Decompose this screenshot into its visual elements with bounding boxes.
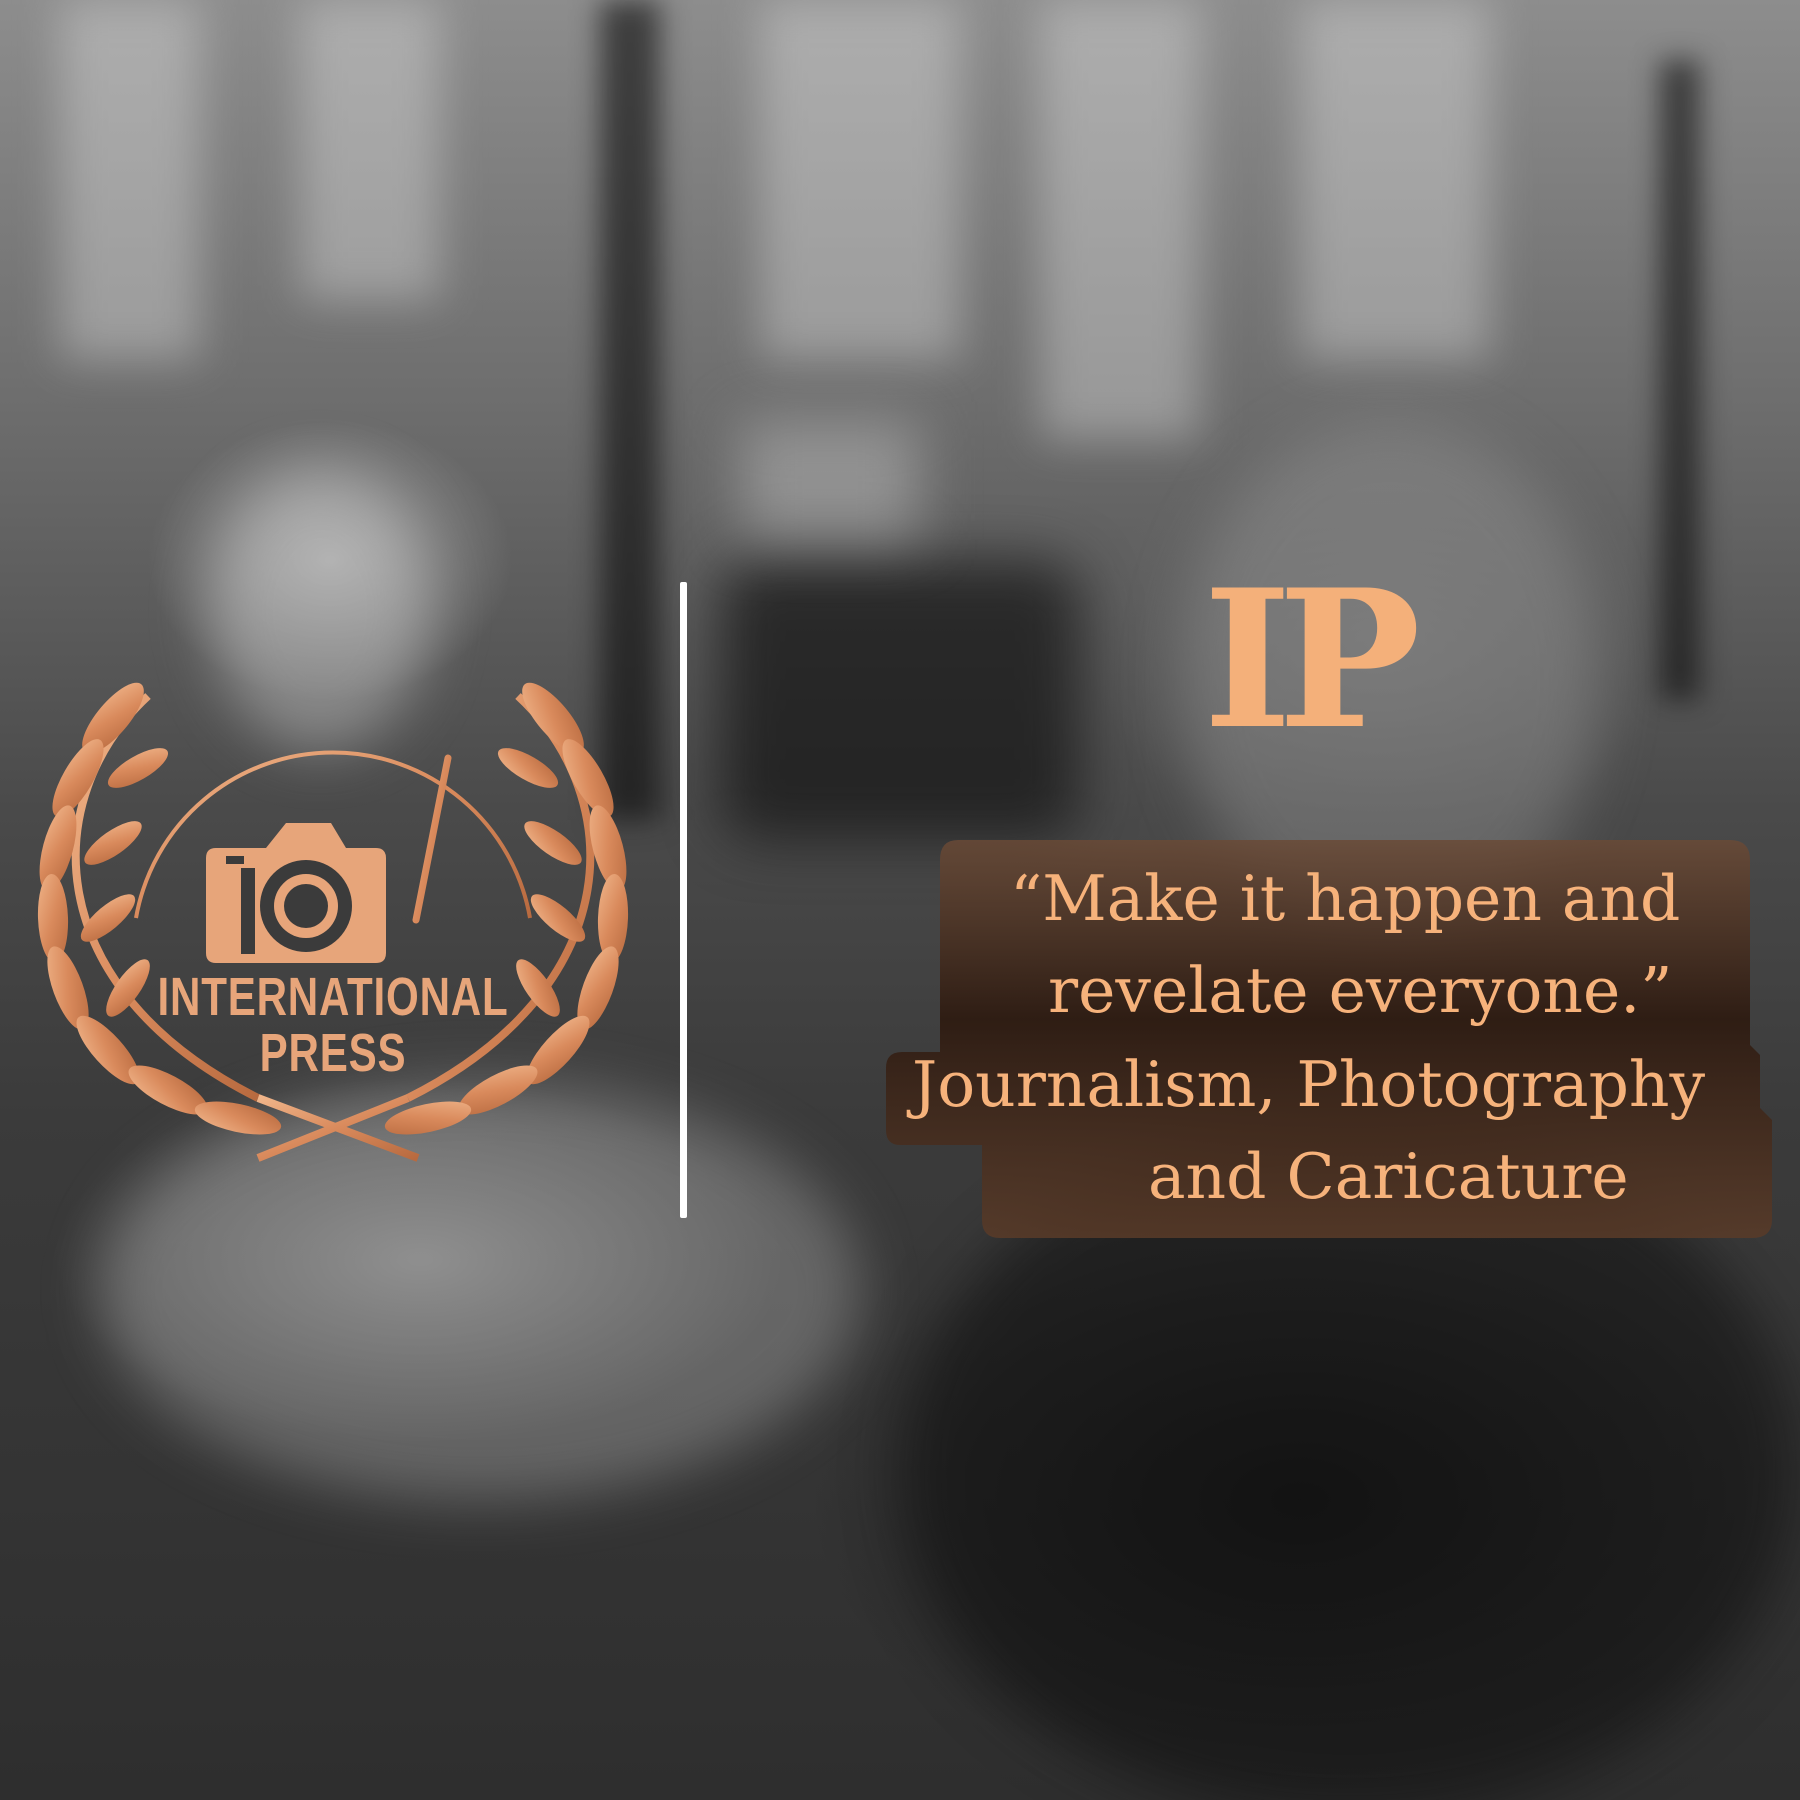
ip-monogram: IP xyxy=(1203,548,1421,771)
tagline-line-2: and Caricature xyxy=(1148,1140,1629,1213)
logo-line-international: INTERNATIONAL xyxy=(157,967,509,1027)
background-window xyxy=(60,0,200,360)
background-lamp-post xyxy=(1660,60,1700,700)
background-camera xyxy=(720,560,1080,840)
quote-line-1: “Make it happen and xyxy=(1010,862,1681,935)
background-window xyxy=(1040,0,1200,440)
background-monitor xyxy=(740,420,920,540)
tagline-line-1: Journalism, Photography xyxy=(912,1048,1706,1121)
background-window xyxy=(1300,0,1490,360)
quote-line-2: revelate everyone.” xyxy=(1048,954,1673,1027)
international-press-logo: INTERNATIONAL PRESS xyxy=(18,658,648,1178)
camera-icon xyxy=(206,823,386,963)
logo-line-press: PRESS xyxy=(259,1023,407,1083)
vertical-divider xyxy=(680,582,687,1218)
background-window xyxy=(760,0,960,360)
background-window xyxy=(300,0,440,300)
poster: INTERNATIONAL PRESS IP “Make it happen a… xyxy=(0,0,1800,1800)
